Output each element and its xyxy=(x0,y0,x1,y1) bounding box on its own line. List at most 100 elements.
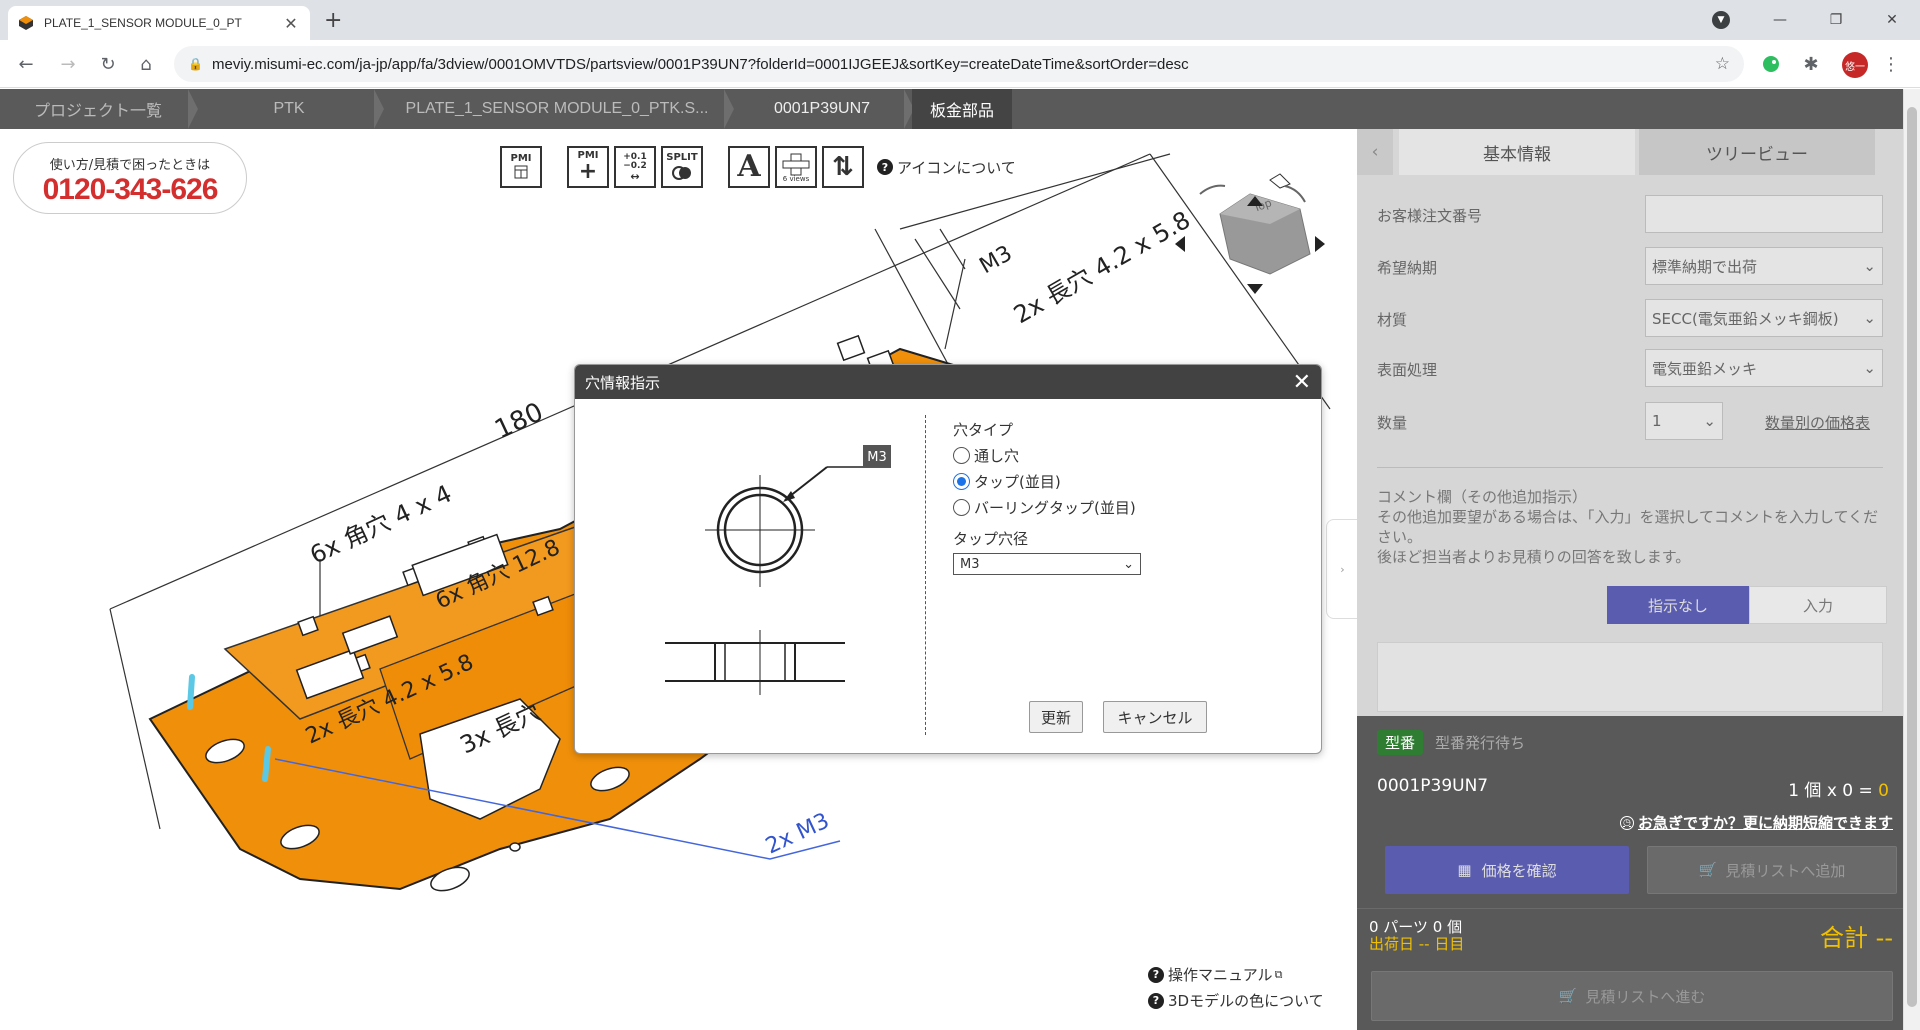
profile-avatar[interactable]: 悠一 xyxy=(1842,52,1868,78)
breadcrumb-assembly[interactable]: PLATE_1_SENSOR MODULE_0_PTK.S... xyxy=(382,89,734,129)
material-label: 材質 xyxy=(1377,311,1408,329)
minimize-icon[interactable]: — xyxy=(1752,12,1808,28)
text-size-button[interactable]: A xyxy=(728,146,770,188)
pmi-add-button[interactable]: PMI + xyxy=(567,146,609,188)
pmi-toolbar: PMI PMI + +0.1 −0.2 ↔ SPLIT A 6 views ⇅ ? ア… xyxy=(500,145,1016,189)
comment-input-toggle[interactable]: 入力 xyxy=(1749,586,1887,624)
tap-size-label: タップ穴径 xyxy=(953,530,1029,548)
breadcrumb-projects[interactable]: プロジェクト一覧 xyxy=(0,89,198,129)
address-bar[interactable]: 🔒 meviy.misumi-ec.com/ja-jp/app/fa/3dvie… xyxy=(174,46,1744,82)
rush-delivery-link[interactable]: ◷ お急ぎですか？更に納期短縮できます xyxy=(1619,812,1893,833)
color-info-link[interactable]: ? 3Dモデルの色について xyxy=(1148,988,1324,1014)
meviy-favicon-icon xyxy=(18,15,34,31)
bookmark-star-icon[interactable]: ☆ xyxy=(1715,54,1730,74)
color-help-icon: ? xyxy=(1148,993,1164,1009)
material-value: SECC(電気亜鉛メッキ鋼板) xyxy=(1652,309,1839,328)
breadcrumb-sheet-metal: 板金部品 xyxy=(912,89,1012,129)
pmi-display-button[interactable]: PMI xyxy=(500,146,542,188)
summary-divider xyxy=(1357,908,1903,909)
tab-basic-info[interactable]: 基本情報 xyxy=(1399,129,1635,175)
qty-value: 1 xyxy=(1652,412,1662,430)
maximize-icon[interactable]: ❐ xyxy=(1808,12,1864,28)
scrollbar-thumb[interactable] xyxy=(1907,107,1917,1007)
tab-search-icon[interactable]: ▼ xyxy=(1712,11,1730,29)
six-views-label: 6 views xyxy=(782,174,810,183)
chevron-down-icon: ⌄ xyxy=(1863,309,1876,327)
qty-label: 数量 xyxy=(1377,414,1408,432)
window-close-icon[interactable]: ✕ xyxy=(1864,12,1920,28)
six-views-icon xyxy=(782,153,810,175)
chevron-down-icon: ⌄ xyxy=(1863,257,1876,275)
help-links: ? 操作マニュアル ⧉ ? 3Dモデルの色について xyxy=(1148,962,1324,1014)
new-tab-icon[interactable]: + xyxy=(324,8,342,33)
browser-menu-icon[interactable]: ⋮ xyxy=(1880,53,1902,75)
support-caption: 使い方/見積で困ったときは xyxy=(49,158,211,173)
radio-burring[interactable] xyxy=(953,498,970,516)
evernote-extension-icon[interactable] xyxy=(1760,53,1782,75)
add-to-quote-label: 見積リストへ追加 xyxy=(1725,861,1846,880)
proceed-to-quote-button[interactable]: 🛒 見積リストへ進む xyxy=(1371,971,1893,1021)
m3-top-label: M3 xyxy=(976,241,1017,279)
icon-help-link[interactable]: ? アイコンについて xyxy=(877,157,1016,178)
price-table-link[interactable]: 数量別の価格表 xyxy=(1765,412,1870,433)
qty-select[interactable]: 1 ⌄ xyxy=(1645,402,1723,440)
page-scrollbar[interactable] xyxy=(1903,89,1920,1030)
surface-select[interactable]: 電気亜鉛メッキ ⌄ xyxy=(1645,349,1883,387)
chevron-down-icon: ⌄ xyxy=(1703,412,1716,430)
option-through-hole[interactable]: 通し穴 xyxy=(953,442,1141,468)
tab-tree-view[interactable]: ツリービュー xyxy=(1639,129,1875,175)
model-number-badge: 型番 xyxy=(1377,730,1424,755)
delivery-label: 希望納期 xyxy=(1377,259,1438,277)
panel-form: ‹ 基本情報 ツリービュー お客様注文番号 希望納期 標準納期で出荷 ⌄ 材質 S… xyxy=(1357,129,1903,716)
order-summary: 型番 型番発行待ち 0001P39UN7 1 個 x 0 = 0 ◷ お急ぎです… xyxy=(1357,716,1903,1030)
tab-close-icon[interactable]: ✕ xyxy=(282,14,300,33)
extensions-puzzle-icon[interactable]: ✱ xyxy=(1800,53,1822,75)
roll-right-icon[interactable] xyxy=(1284,185,1306,203)
check-price-button[interactable]: ▦ 価格を確認 xyxy=(1385,846,1629,894)
lock-icon: 🔒 xyxy=(188,57,203,71)
roll-left-icon[interactable] xyxy=(1199,184,1226,195)
chevron-down-icon: ⌄ xyxy=(1863,359,1876,377)
surface-value: 電気亜鉛メッキ xyxy=(1652,359,1758,378)
dialog-divider xyxy=(925,415,926,735)
cancel-button[interactable]: キャンセル xyxy=(1103,701,1207,733)
add-to-quote-button[interactable]: 🛒 見積リストへ追加 xyxy=(1647,846,1897,894)
rotate-down-icon[interactable] xyxy=(1247,284,1263,294)
order-no-input[interactable] xyxy=(1645,195,1883,233)
forward-icon[interactable]: → xyxy=(56,52,80,76)
tap-size-select[interactable]: M3 ⌄ xyxy=(953,553,1141,575)
delivery-select[interactable]: 標準納期で出荷 ⌄ xyxy=(1645,247,1883,285)
hole-diagram: M3 xyxy=(665,445,891,695)
radio-tap[interactable] xyxy=(953,472,970,490)
view-cube[interactable]: Top xyxy=(1160,154,1330,354)
panel-collapse-handle[interactable]: › xyxy=(1326,519,1357,619)
ship-date: 出荷日 -- 日目 xyxy=(1369,935,1465,953)
dialog-title: 穴情報指示 xyxy=(585,373,661,392)
rotate-left-icon[interactable] xyxy=(1175,236,1185,252)
material-select[interactable]: SECC(電気亜鉛メッキ鋼板) ⌄ xyxy=(1645,299,1883,337)
option-burring-tap[interactable]: バーリングタップ(並目) xyxy=(953,494,1141,520)
browser-tab[interactable]: PLATE_1_SENSOR MODULE_0_PT ✕ xyxy=(8,6,310,40)
update-button[interactable]: 更新 xyxy=(1029,701,1083,733)
tolerance-button[interactable]: +0.1 −0.2 ↔ xyxy=(614,146,656,188)
comment-textarea[interactable] xyxy=(1377,642,1883,712)
six-views-button[interactable]: 6 views xyxy=(775,146,817,188)
panel-back-icon[interactable]: ‹ xyxy=(1357,129,1393,175)
home-icon[interactable]: ⌂ xyxy=(134,52,158,76)
hole-info-dialog: 穴情報指示 ✕ M3 穴タイプ 通し穴 タップ(並目) バーリングタップ(並目)… xyxy=(574,364,1322,754)
support-phone-box[interactable]: 使い方/見積で困ったときは 0120-343-626 xyxy=(13,142,247,214)
browser-toolbar: ← → ↻ ⌂ 🔒 meviy.misumi-ec.com/ja-jp/app/… xyxy=(0,40,1920,88)
rotate-right-icon[interactable] xyxy=(1315,236,1325,252)
radio-through[interactable] xyxy=(953,446,970,464)
browser-tabstrip: PLATE_1_SENSOR MODULE_0_PT ✕ + ▼ — ❐ ✕ xyxy=(0,0,1920,40)
comment-none-toggle[interactable]: 指示なし xyxy=(1607,586,1749,624)
split-button[interactable]: SPLIT xyxy=(661,146,703,188)
manual-link[interactable]: ? 操作マニュアル ⧉ xyxy=(1148,962,1324,988)
option-tap[interactable]: タップ(並目) xyxy=(953,468,1141,494)
manual-help-icon: ? xyxy=(1148,967,1164,983)
reload-icon[interactable]: ↻ xyxy=(96,52,120,76)
back-icon[interactable]: ← xyxy=(14,52,38,76)
dialog-close-icon[interactable]: ✕ xyxy=(1293,370,1311,395)
direction-button[interactable]: ⇅ xyxy=(822,146,864,188)
breadcrumb-ptk[interactable]: PTK xyxy=(196,89,384,129)
